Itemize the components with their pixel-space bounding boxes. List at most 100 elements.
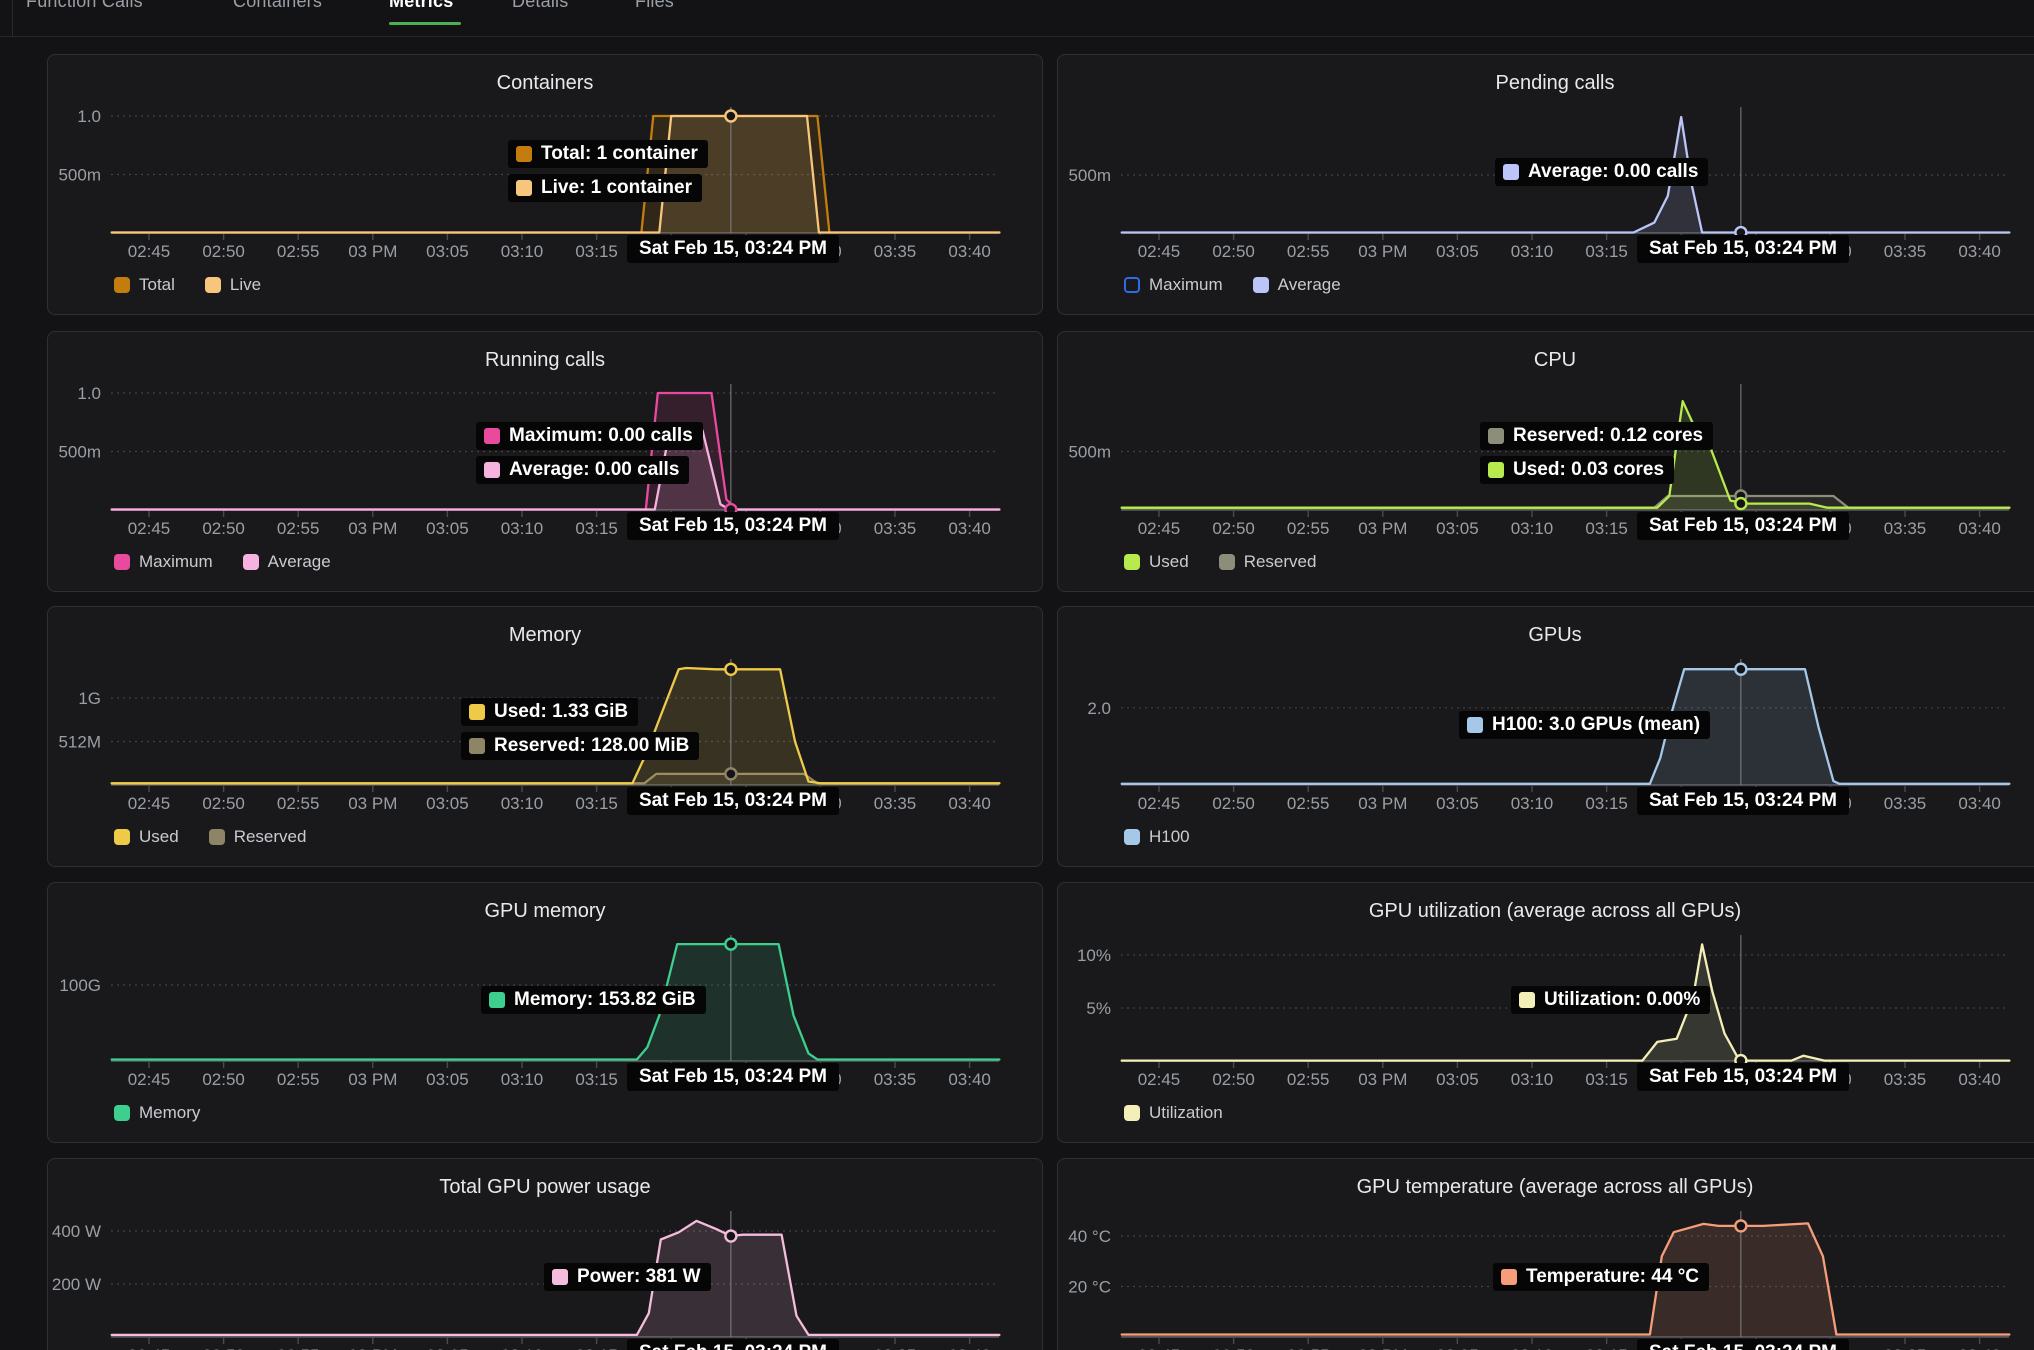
chart-tooltip: Total: 1 containerLive: 1 container [508, 140, 708, 208]
legend-label: Memory [139, 1103, 200, 1123]
svg-text:03:15: 03:15 [575, 794, 618, 813]
chart-legend: Memory [114, 1103, 200, 1123]
legend-label: Maximum [139, 552, 213, 572]
svg-text:03:10: 03:10 [1511, 1070, 1554, 1089]
active-tab-underline [389, 22, 461, 25]
svg-text:03:35: 03:35 [874, 1346, 917, 1350]
chart-card-gpu-power: Total GPU power usage400 W200 W02:4502:5… [47, 1158, 1043, 1350]
tooltip-text: Used: 1.33 GiB [494, 701, 628, 723]
svg-text:03:15: 03:15 [1585, 242, 1628, 261]
tooltip-series-swatch-icon [516, 146, 532, 162]
legend-label: Maximum [1149, 275, 1223, 295]
svg-text:02:50: 02:50 [202, 1346, 245, 1350]
svg-text:02:45: 02:45 [128, 1070, 171, 1089]
tooltip-series-swatch-icon [484, 428, 500, 444]
svg-text:02:55: 02:55 [277, 794, 320, 813]
chart-card-cpu: CPU500m02:4502:5002:5503 PM03:0503:1003:… [1057, 331, 2034, 592]
crosshair-date-tooltip: Sat Feb 15, 03:24 PM [1637, 787, 1849, 815]
tooltip-line: Power: 381 W [544, 1263, 711, 1291]
legend-item-memory[interactable]: Memory [114, 1103, 200, 1123]
crosshair-date-tooltip: Sat Feb 15, 03:24 PM [1637, 235, 1849, 263]
tooltip-line: Average: 0.00 calls [1495, 158, 1708, 186]
tooltip-series-swatch-icon [1467, 717, 1483, 733]
legend-item-average[interactable]: Average [243, 552, 331, 572]
legend-swatch-icon [114, 1105, 130, 1121]
tooltip-text: Reserved: 0.12 cores [1513, 425, 1703, 447]
svg-text:03:05: 03:05 [1436, 1070, 1479, 1089]
legend-item-used[interactable]: Used [114, 827, 179, 847]
tooltip-series-swatch-icon [516, 180, 532, 196]
tooltip-series-swatch-icon [469, 738, 485, 754]
svg-text:02:45: 02:45 [1138, 1070, 1181, 1089]
legend-item-used[interactable]: Used [1124, 552, 1189, 572]
svg-text:1.0: 1.0 [77, 384, 101, 403]
svg-text:2.0: 2.0 [1087, 699, 1111, 718]
chart-tooltip: Memory: 153.82 GiB [481, 986, 706, 1020]
tab-function-calls[interactable]: Function Calls [26, 0, 143, 12]
svg-text:02:45: 02:45 [128, 794, 171, 813]
svg-text:03:05: 03:05 [426, 1070, 469, 1089]
tooltip-line: Average: 0.00 calls [476, 456, 689, 484]
legend-item-maximum[interactable]: Maximum [1124, 275, 1223, 295]
svg-text:10%: 10% [1077, 946, 1111, 965]
chart-gpu-power[interactable]: 400 W200 W02:4502:5002:5503 PM03:0503:10… [48, 1159, 1044, 1350]
legend-label: Average [1278, 275, 1341, 295]
svg-text:03 PM: 03 PM [348, 242, 397, 261]
svg-text:02:50: 02:50 [202, 519, 245, 538]
svg-text:03:05: 03:05 [1436, 519, 1479, 538]
tooltip-text: Reserved: 128.00 MiB [494, 735, 689, 757]
svg-text:03:05: 03:05 [1436, 794, 1479, 813]
legend-swatch-icon [243, 554, 259, 570]
legend-item-h100[interactable]: H100 [1124, 827, 1190, 847]
svg-text:03 PM: 03 PM [1358, 242, 1407, 261]
svg-text:100G: 100G [59, 976, 101, 995]
tooltip-line: Live: 1 container [508, 174, 702, 202]
chart-card-gpus: GPUs2.002:4502:5002:5503 PM03:0503:1003:… [1057, 606, 2034, 867]
svg-text:03 PM: 03 PM [1358, 1070, 1407, 1089]
chart-legend: Used Reserved [114, 827, 306, 847]
svg-text:1.0: 1.0 [77, 107, 101, 126]
svg-text:02:45: 02:45 [1138, 1346, 1181, 1350]
crosshair-date-tooltip: Sat Feb 15, 03:24 PM [1637, 512, 1849, 540]
chart-tooltip: Temperature: 44 °C [1493, 1263, 1709, 1297]
legend-item-utilization[interactable]: Utilization [1124, 1103, 1223, 1123]
svg-text:500m: 500m [58, 443, 101, 462]
svg-text:500m: 500m [1068, 166, 1111, 185]
svg-text:03:35: 03:35 [1884, 242, 1927, 261]
legend-item-live[interactable]: Live [205, 275, 261, 295]
legend-label: Live [230, 275, 261, 295]
legend-item-average[interactable]: Average [1253, 275, 1341, 295]
tooltip-series-swatch-icon [552, 1269, 568, 1285]
chart-card-gpu-temperature: GPU temperature (average across all GPUs… [1057, 1158, 2034, 1350]
tooltip-line: Memory: 153.82 GiB [481, 986, 706, 1014]
legend-swatch-icon [1219, 554, 1235, 570]
svg-text:03:40: 03:40 [1958, 519, 2001, 538]
tab-containers[interactable]: Containers [233, 0, 322, 12]
svg-text:03:10: 03:10 [1511, 794, 1554, 813]
legend-item-reserved[interactable]: Reserved [1219, 552, 1317, 572]
svg-text:40 °C: 40 °C [1068, 1227, 1111, 1246]
tab-files[interactable]: Files [635, 0, 674, 12]
legend-item-reserved[interactable]: Reserved [209, 827, 307, 847]
legend-label: Used [139, 827, 179, 847]
legend-label: Total [139, 275, 175, 295]
svg-text:03:10: 03:10 [501, 242, 544, 261]
svg-text:03 PM: 03 PM [1358, 1346, 1407, 1350]
legend-swatch-icon [209, 829, 225, 845]
tooltip-line: Reserved: 0.12 cores [1480, 422, 1713, 450]
tab-bar-left-edge [12, 0, 13, 36]
legend-item-maximum[interactable]: Maximum [114, 552, 213, 572]
tooltip-text: Utilization: 0.00% [1544, 989, 1700, 1011]
crosshair-date-tooltip: Sat Feb 15, 03:24 PM [1637, 1063, 1849, 1091]
svg-text:03:15: 03:15 [1585, 519, 1628, 538]
chart-card-pending-calls: Pending calls500m02:4502:5002:5503 PM03:… [1057, 54, 2034, 315]
svg-text:03:40: 03:40 [1958, 1070, 2001, 1089]
svg-text:03:35: 03:35 [874, 519, 917, 538]
svg-text:5%: 5% [1086, 999, 1111, 1018]
chart-gpu-temperature[interactable]: 40 °C20 °C02:4502:5002:5503 PM03:0503:10… [1058, 1159, 2034, 1350]
legend-item-total[interactable]: Total [114, 275, 175, 295]
chart-tooltip: Reserved: 0.12 coresUsed: 0.03 cores [1480, 422, 1713, 490]
tab-metrics[interactable]: Metrics [389, 0, 453, 12]
svg-text:03:35: 03:35 [1884, 519, 1927, 538]
tab-details[interactable]: Details [512, 0, 568, 12]
